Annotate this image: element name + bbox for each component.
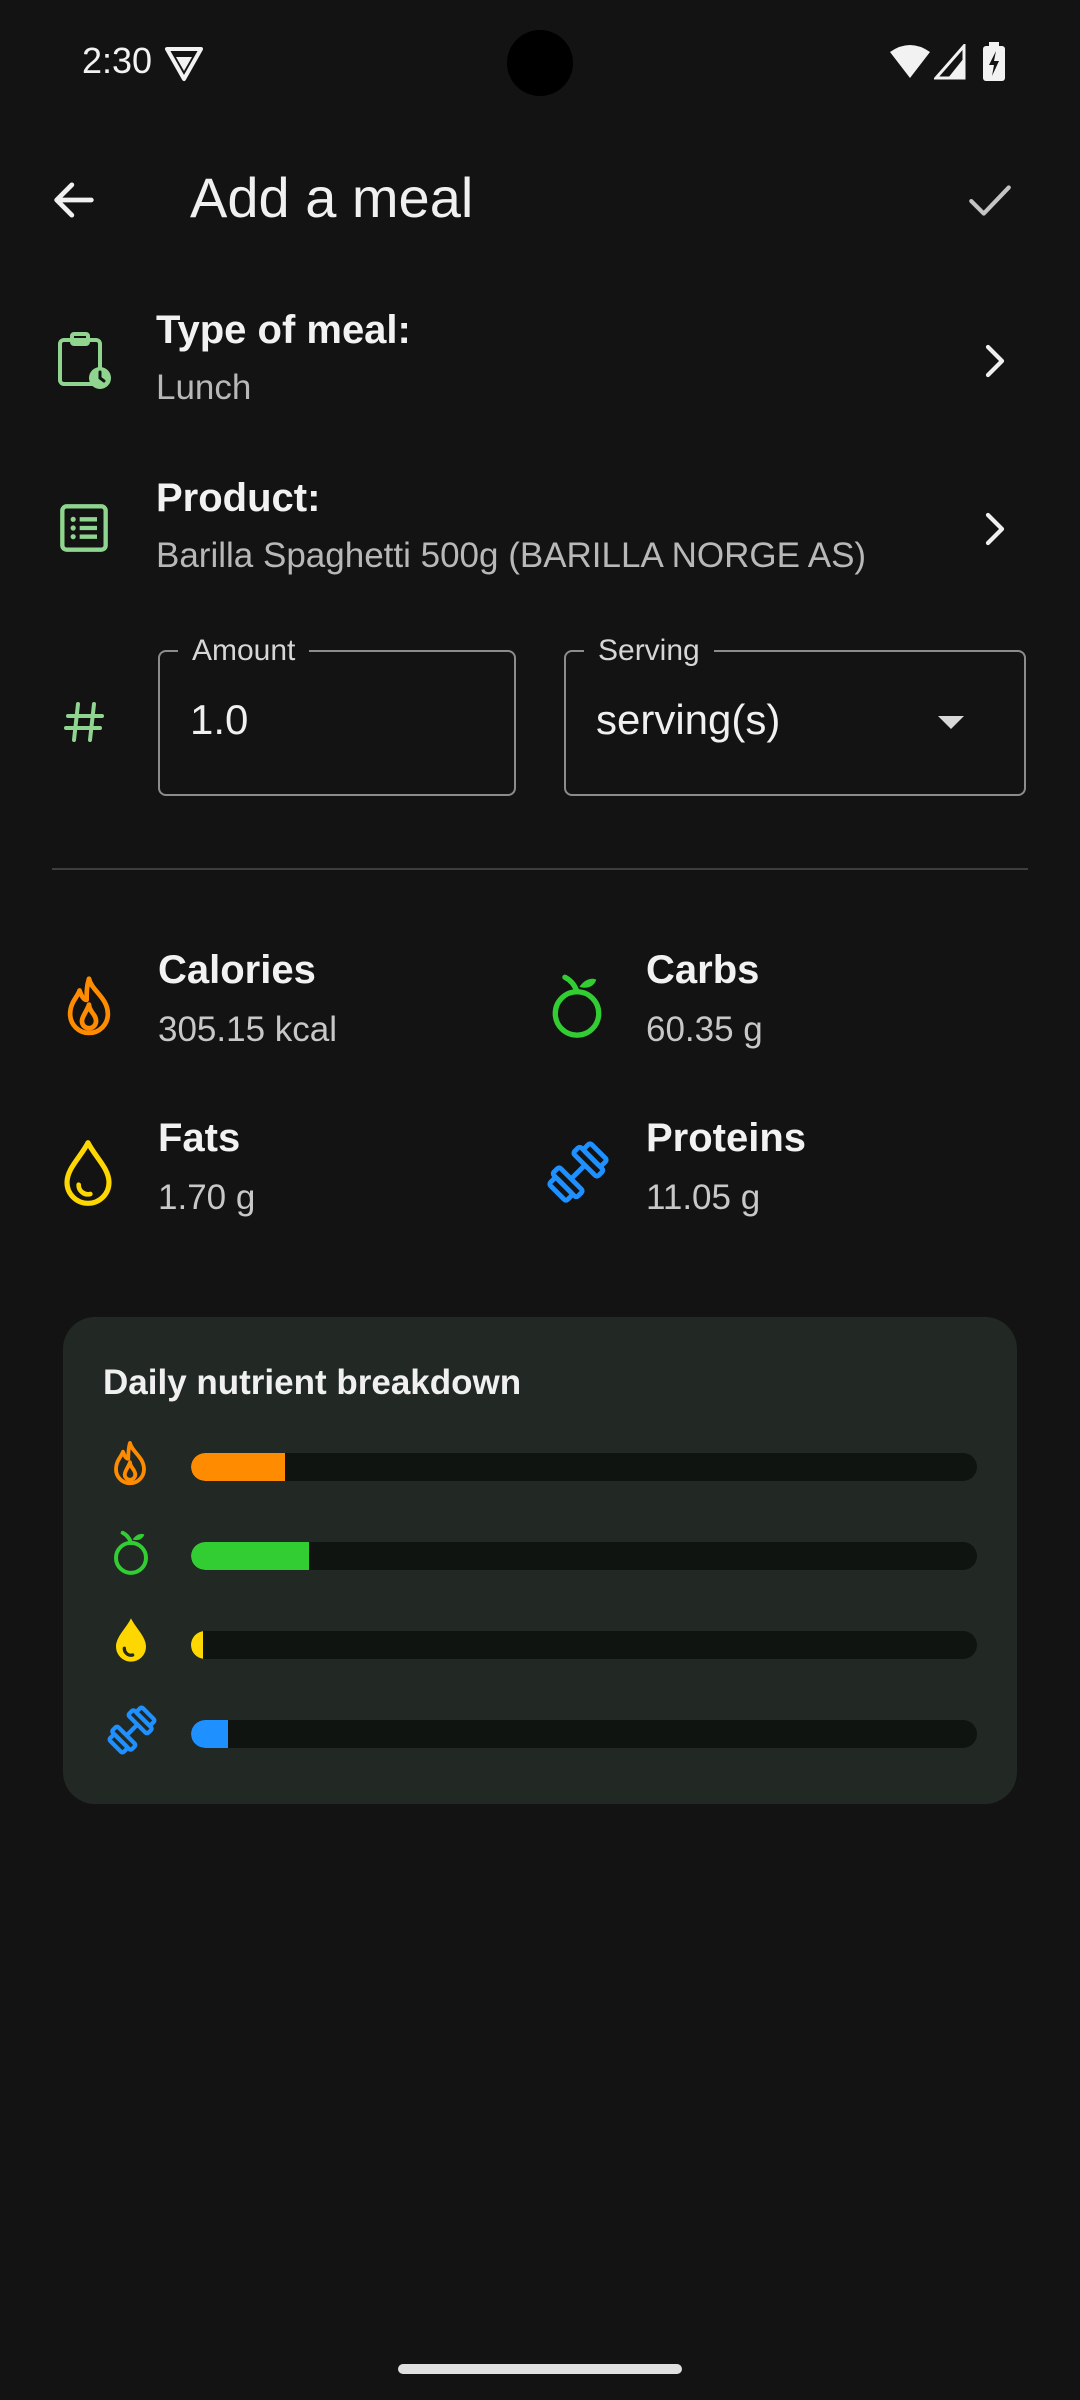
carbs-label: Carbs xyxy=(646,948,760,992)
dropdown-arrow-icon xyxy=(938,716,964,729)
carbs-progress xyxy=(191,1542,977,1570)
daily-breakdown-card: Daily nutrient breakdown xyxy=(63,1317,1017,1804)
proteins-label: Proteins xyxy=(646,1116,807,1160)
proteins-progress xyxy=(191,1720,977,1748)
page-title: Add a meal xyxy=(190,166,474,229)
product-row[interactable]: Product: Barilla Spaghetti 500g (BARILLA… xyxy=(0,458,1080,598)
meal-type-value: Lunch xyxy=(156,368,252,407)
breakdown-title: Daily nutrient breakdown xyxy=(103,1363,522,1402)
proteins-value: 11.05 g xyxy=(646,1178,761,1217)
drop-icon xyxy=(64,1140,112,1206)
home-indicator[interactable] xyxy=(398,2364,682,2374)
calories-value: 305.15 kcal xyxy=(158,1010,338,1049)
front-camera xyxy=(507,30,573,96)
arrow-left-icon xyxy=(54,182,94,218)
status-time: 2:30 xyxy=(82,40,153,81)
carbs-stat: Carbs 60.35 g xyxy=(540,940,1080,1080)
product-value: Barilla Spaghetti 500g (BARILLA NORGE AS… xyxy=(156,536,867,575)
flame-icon xyxy=(114,1441,146,1486)
chevron-right-icon xyxy=(985,344,1005,378)
amount-value[interactable]: 1.0 xyxy=(190,696,248,744)
fats-label: Fats xyxy=(158,1116,241,1160)
calories-progress xyxy=(191,1453,977,1481)
carbs-value: 60.35 g xyxy=(646,1010,763,1049)
calories-label: Calories xyxy=(158,948,316,992)
check-icon xyxy=(969,185,1011,216)
dumbbell-icon xyxy=(107,1705,157,1755)
drop-icon xyxy=(116,1618,146,1662)
amount-field[interactable]: Amount 1.0 xyxy=(158,634,516,796)
meal-type-label: Type of meal: xyxy=(156,308,411,352)
apple-icon xyxy=(552,974,602,1038)
serving-label: Serving xyxy=(584,634,714,668)
clipboard-clock-icon xyxy=(58,332,111,389)
fats-progress-fill xyxy=(191,1631,203,1659)
fats-progress xyxy=(191,1631,977,1659)
divider xyxy=(52,868,1028,870)
serving-value: serving(s) xyxy=(596,696,781,743)
calories-stat: Calories 305.15 kcal xyxy=(0,940,540,1080)
apple-icon xyxy=(114,1530,148,1575)
confirm-button[interactable] xyxy=(942,152,1038,248)
cellular-signal-icon xyxy=(934,44,966,80)
back-button[interactable] xyxy=(26,152,122,248)
battery-charging-icon xyxy=(983,42,1005,81)
product-label: Product: xyxy=(156,476,321,520)
serving-select[interactable]: Serving serving(s) xyxy=(564,634,1026,796)
list-icon xyxy=(60,504,108,552)
vpn-shield-icon xyxy=(165,47,203,81)
calories-progress-fill xyxy=(191,1453,286,1481)
flame-icon xyxy=(67,976,111,1036)
hash-icon xyxy=(64,702,104,742)
amount-label: Amount xyxy=(178,634,310,668)
proteins-stat: Proteins 11.05 g xyxy=(540,1108,1080,1248)
chevron-right-icon xyxy=(985,512,1005,546)
proteins-progress-fill xyxy=(191,1720,228,1748)
fats-value: 1.70 g xyxy=(158,1178,256,1217)
wifi-icon xyxy=(890,45,930,78)
carbs-progress-fill xyxy=(191,1542,309,1570)
meal-type-row[interactable]: Type of meal: Lunch xyxy=(0,290,1080,430)
dumbbell-icon xyxy=(547,1141,609,1203)
fats-stat: Fats 1.70 g xyxy=(0,1108,540,1248)
